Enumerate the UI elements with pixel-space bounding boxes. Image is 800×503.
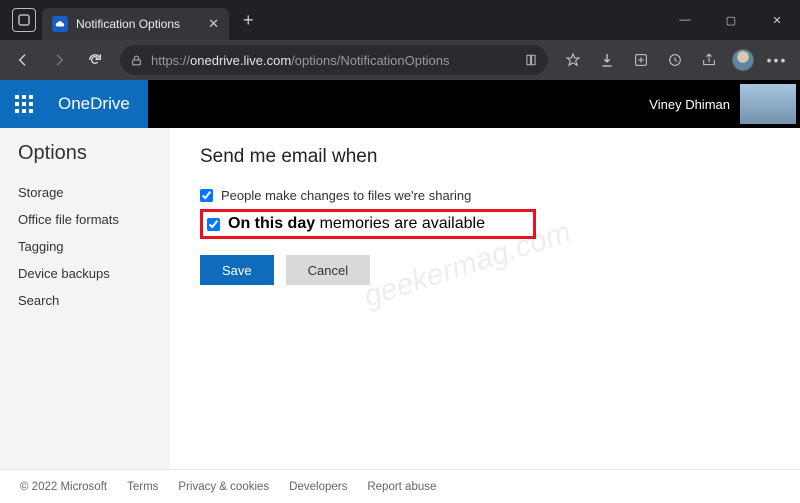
footer-link-privacy[interactable]: Privacy & cookies — [178, 481, 269, 493]
app-launcher-icon[interactable] — [0, 80, 48, 128]
button-row: Save Cancel — [200, 255, 770, 285]
option-sharing-changes-label: People make changes to files we're shari… — [221, 188, 471, 203]
app-header: OneDrive Viney Dhiman — [0, 80, 800, 128]
extensions-icon[interactable] — [658, 44, 692, 76]
browser-toolbar: https://onedrive.live.com/options/Notifi… — [0, 40, 800, 80]
tab-strip: Notification Options ✕ + — [0, 0, 259, 40]
footer-link-report-abuse[interactable]: Report abuse — [367, 481, 436, 493]
checkbox-sharing-changes[interactable] — [200, 189, 213, 202]
page-heading: Send me email when — [200, 146, 770, 168]
checkbox-on-this-day[interactable] — [207, 218, 220, 231]
workspace: Options Storage Office file formats Tagg… — [0, 128, 800, 469]
tab-actions-icon[interactable] — [12, 8, 36, 32]
back-button[interactable] — [6, 44, 40, 76]
sidebar-item-office-formats[interactable]: Office file formats — [18, 206, 152, 233]
sidebar-title: Options — [18, 142, 152, 165]
copyright: © 2022 Microsoft — [20, 481, 107, 493]
tab-title: Notification Options — [76, 17, 180, 31]
footer: © 2022 Microsoft Terms Privacy & cookies… — [0, 469, 800, 503]
main-content: geekermag.com Send me email when People … — [170, 128, 800, 469]
sidebar-item-storage[interactable]: Storage — [18, 179, 152, 206]
forward-button[interactable] — [42, 44, 76, 76]
cloud-icon — [52, 16, 68, 32]
save-button[interactable]: Save — [200, 255, 274, 285]
more-menu-icon[interactable]: ••• — [760, 44, 794, 76]
highlight-box: On this day memories are available — [200, 209, 536, 239]
url-text: https://onedrive.live.com/options/Notifi… — [151, 53, 449, 68]
toolbar-actions: ••• — [556, 44, 794, 76]
sidebar: Options Storage Office file formats Tagg… — [0, 128, 170, 469]
brand-name[interactable]: OneDrive — [48, 80, 148, 128]
maximize-button[interactable]: ▢ — [708, 0, 754, 40]
lock-icon — [130, 54, 143, 67]
sidebar-item-tagging[interactable]: Tagging — [18, 233, 152, 260]
close-icon[interactable]: ✕ — [208, 16, 219, 32]
footer-link-developers[interactable]: Developers — [289, 481, 347, 493]
share-icon[interactable] — [692, 44, 726, 76]
window-controls: — ▢ ✕ — [662, 0, 800, 40]
sidebar-item-device-backups[interactable]: Device backups — [18, 260, 152, 287]
footer-link-terms[interactable]: Terms — [127, 481, 158, 493]
downloads-icon[interactable] — [590, 44, 624, 76]
browser-tab[interactable]: Notification Options ✕ — [42, 8, 229, 40]
option-on-this-day-label: On this day memories are available — [228, 215, 485, 233]
user-avatar[interactable] — [740, 84, 796, 124]
reader-icon[interactable] — [524, 53, 538, 67]
collections-icon[interactable] — [624, 44, 658, 76]
new-tab-button[interactable]: + — [237, 10, 260, 31]
favorite-icon[interactable] — [556, 44, 590, 76]
address-bar[interactable]: https://onedrive.live.com/options/Notifi… — [120, 45, 548, 75]
profile-avatar[interactable] — [726, 44, 760, 76]
refresh-button[interactable] — [78, 44, 112, 76]
window-titlebar: Notification Options ✕ + — ▢ ✕ — [0, 0, 800, 40]
close-window-button[interactable]: ✕ — [754, 0, 800, 40]
user-name[interactable]: Viney Dhiman — [649, 97, 730, 112]
minimize-button[interactable]: — — [662, 0, 708, 40]
cancel-button[interactable]: Cancel — [286, 255, 370, 285]
sidebar-item-search[interactable]: Search — [18, 287, 152, 314]
option-sharing-changes[interactable]: People make changes to files we're shari… — [200, 184, 770, 207]
